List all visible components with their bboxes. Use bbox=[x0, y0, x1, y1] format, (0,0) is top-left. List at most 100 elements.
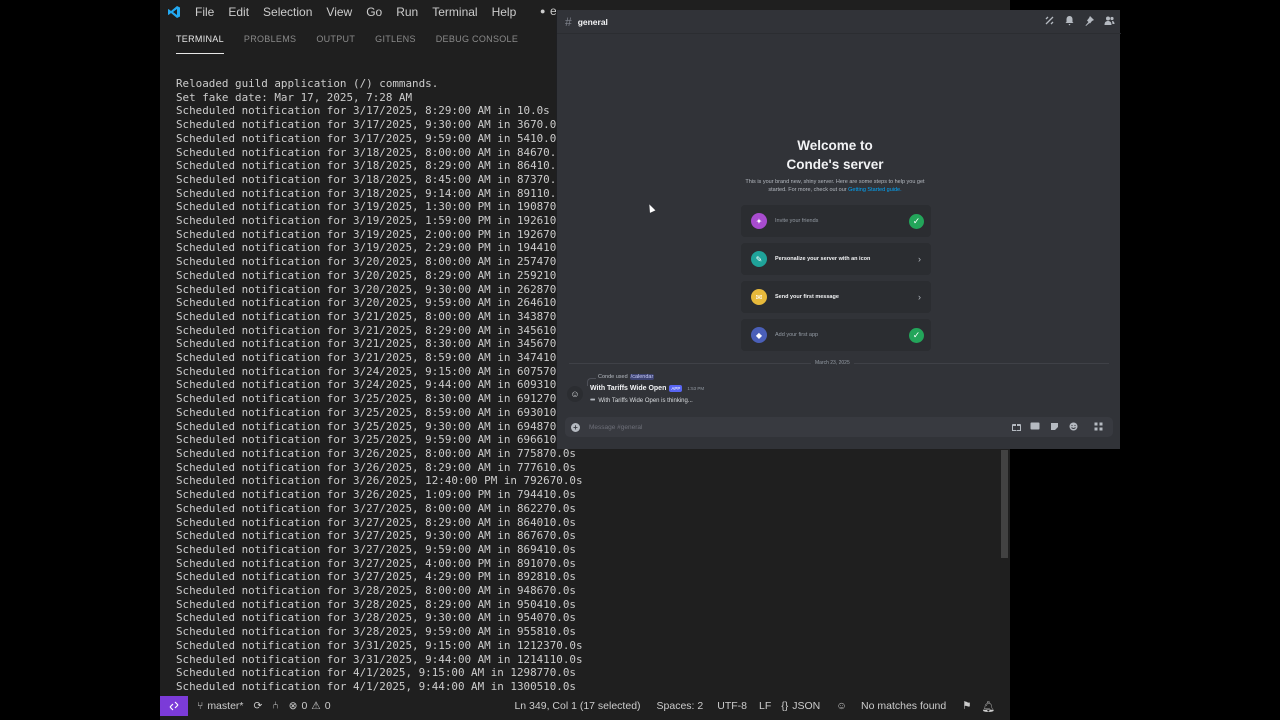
task-personalize-server[interactable]: ✎ Personalize your server with an icon › bbox=[741, 243, 931, 275]
apps-icon[interactable] bbox=[1093, 421, 1103, 431]
menu-go[interactable]: Go bbox=[359, 0, 389, 24]
terminal-line: Scheduled notification for 3/26/2025, 12… bbox=[176, 474, 583, 488]
search-status[interactable]: No matches found bbox=[856, 700, 951, 712]
terminal-line: Scheduled notification for 3/31/2025, 9:… bbox=[176, 638, 583, 652]
menu-help[interactable]: Help bbox=[485, 0, 524, 24]
tab-problems[interactable]: PROBLEMS bbox=[244, 28, 296, 53]
discord-window: # general Welcome to Conde's server This… bbox=[556, 10, 1121, 449]
terminal-scrollbar[interactable] bbox=[1001, 450, 1008, 558]
terminal-line: Scheduled notification for 3/31/2025, 9:… bbox=[176, 652, 583, 666]
line-ending[interactable]: LF bbox=[754, 700, 776, 712]
terminal-line: Scheduled notification for 3/27/2025, 9:… bbox=[176, 529, 576, 543]
threads-icon[interactable] bbox=[1044, 15, 1055, 26]
menu-view[interactable]: View bbox=[319, 0, 359, 24]
sticker-icon[interactable] bbox=[1049, 421, 1059, 431]
slash-command-tag[interactable]: /calendar bbox=[629, 374, 655, 380]
copilot-button[interactable]: ☺ bbox=[831, 700, 852, 712]
panel-tabs: TERMINAL PROBLEMS OUTPUT GITLENS DEBUG CONSO… bbox=[160, 28, 538, 54]
members-icon[interactable] bbox=[1104, 15, 1115, 26]
git-graph-icon: ⑃ bbox=[272, 700, 279, 712]
task-label: Add your first app bbox=[775, 332, 819, 338]
welcome-title-line1: Welcome to bbox=[797, 138, 873, 153]
task-send-first-message[interactable]: ✉ Send your first message › bbox=[741, 281, 931, 313]
unsaved-dot-icon: ● bbox=[540, 6, 546, 16]
welcome-title: Welcome to Conde's server bbox=[557, 136, 1113, 174]
terminal-line: Scheduled notification for 3/26/2025, 1:… bbox=[176, 488, 576, 502]
terminal-line: Scheduled notification for 3/28/2025, 9:… bbox=[176, 625, 576, 639]
problems-status[interactable]: ⊗ 0 ⚠ 0 bbox=[284, 700, 336, 712]
pin-icon[interactable] bbox=[1084, 15, 1095, 26]
tab-gitlens[interactable]: GITLENS bbox=[375, 28, 416, 53]
emoji-icon[interactable] bbox=[1068, 421, 1078, 431]
menu-file[interactable]: File bbox=[188, 0, 221, 24]
message-author[interactable]: With Tariffs Wide Open bbox=[590, 385, 666, 392]
braces-icon: {} bbox=[781, 700, 789, 712]
reply-user: Conde used bbox=[598, 374, 628, 380]
encoding[interactable]: UTF-8 bbox=[712, 700, 752, 712]
status-bar: ⑂ master* ⟳ ⑃ ⊗ 0 ⚠ 0 Ln 349, Col 1 (17 … bbox=[160, 696, 1010, 716]
task-label: Send your first message bbox=[775, 294, 839, 300]
command-reply-context: Conde used /calendar bbox=[590, 374, 655, 380]
notifications-button[interactable]: 🔔︎ bbox=[977, 700, 1000, 713]
message-input[interactable] bbox=[589, 423, 969, 431]
terminal-line: Scheduled notification for 3/26/2025, 8:… bbox=[176, 446, 576, 460]
menu-edit[interactable]: Edit bbox=[221, 0, 256, 24]
gift-icon[interactable] bbox=[1011, 421, 1021, 431]
terminal-line: Scheduled notification for 4/1/2025, 9:1… bbox=[176, 666, 576, 680]
bell-icon: 🔔︎ bbox=[981, 700, 995, 713]
sync-button[interactable]: ⟳ bbox=[249, 700, 268, 712]
thinking-indicator: ••• With Tariffs Wide Open is thinking..… bbox=[590, 397, 693, 404]
welcome-title-line2: Conde's server bbox=[786, 157, 884, 172]
menu-terminal[interactable]: Terminal bbox=[425, 0, 484, 24]
getting-started-link[interactable]: Getting Started guide. bbox=[848, 187, 902, 193]
welcome-description: This is your brand new, shiny server. He… bbox=[737, 178, 933, 194]
gif-icon[interactable] bbox=[1030, 421, 1040, 431]
branch-status[interactable]: ⑂ master* bbox=[192, 700, 249, 712]
typing-dots-icon: ••• bbox=[590, 397, 595, 404]
task-label: Personalize your server with an icon bbox=[775, 256, 871, 262]
git-graph-button[interactable]: ⑃ bbox=[267, 700, 283, 712]
error-count: 0 bbox=[301, 700, 308, 712]
remote-indicator-button[interactable] bbox=[160, 696, 188, 716]
terminal-line: Scheduled notification for 4/1/2025, 9:4… bbox=[176, 679, 576, 693]
message-composer: + bbox=[565, 417, 1113, 437]
terminal-line: Scheduled notification for 3/26/2025, 8:… bbox=[176, 460, 576, 474]
bot-avatar[interactable]: ☺ bbox=[567, 386, 583, 402]
terminal-line: Scheduled notification for 3/27/2025, 4:… bbox=[176, 570, 576, 584]
indentation[interactable]: Spaces: 2 bbox=[652, 700, 709, 712]
tab-terminal[interactable]: TERMINAL bbox=[176, 28, 224, 54]
status-right: Ln 349, Col 1 (17 selected) Spaces: 2 UT… bbox=[509, 696, 1000, 716]
app-badge: APP bbox=[669, 385, 683, 392]
thinking-text: With Tariffs Wide Open is thinking... bbox=[598, 397, 693, 404]
task-invite-friends[interactable]: ✦ Invite your friends ✓ bbox=[741, 205, 931, 237]
feedback-icon: ⚑ bbox=[962, 700, 972, 712]
hash-icon: # bbox=[565, 14, 572, 29]
menu-selection[interactable]: Selection bbox=[256, 0, 319, 24]
cursor-position[interactable]: Ln 349, Col 1 (17 selected) bbox=[509, 700, 645, 712]
menu-run[interactable]: Run bbox=[389, 0, 425, 24]
branch-name: master* bbox=[207, 700, 244, 712]
message-timestamp: 1:53 PM bbox=[687, 386, 705, 391]
message-header: With Tariffs Wide Open APP 1:53 PM bbox=[590, 385, 704, 392]
chevron-right-icon: › bbox=[918, 292, 921, 302]
sync-icon: ⟳ bbox=[253, 700, 263, 712]
terminal-line: Scheduled notification for 3/28/2025, 9:… bbox=[176, 611, 576, 625]
tab-debug-console[interactable]: DEBUG CONSOLE bbox=[436, 28, 518, 53]
language-label: JSON bbox=[792, 700, 821, 712]
task-add-first-app[interactable]: ◆ Add your first app ✓ bbox=[741, 319, 931, 351]
checkmark-icon: ✓ bbox=[909, 327, 924, 343]
chevron-right-icon: › bbox=[918, 254, 921, 264]
remote-icon bbox=[169, 701, 179, 711]
warning-icon: ⚠ bbox=[311, 700, 321, 712]
date-divider-label: March 23, 2025 bbox=[811, 359, 854, 367]
error-icon: ⊗ bbox=[288, 700, 298, 712]
language-mode[interactable]: {} JSON bbox=[776, 700, 825, 712]
feedback-button[interactable]: ⚑ bbox=[957, 700, 976, 712]
upload-plus-button[interactable]: + bbox=[571, 422, 580, 432]
git-branch-icon: ⑂ bbox=[197, 700, 204, 712]
terminal-line: Scheduled notification for 3/27/2025, 4:… bbox=[176, 556, 576, 570]
invite-friends-icon: ✦ bbox=[751, 213, 767, 229]
bell-icon[interactable] bbox=[1064, 15, 1075, 26]
vscode-logo-icon[interactable] bbox=[160, 0, 188, 24]
tab-output[interactable]: OUTPUT bbox=[316, 28, 355, 53]
